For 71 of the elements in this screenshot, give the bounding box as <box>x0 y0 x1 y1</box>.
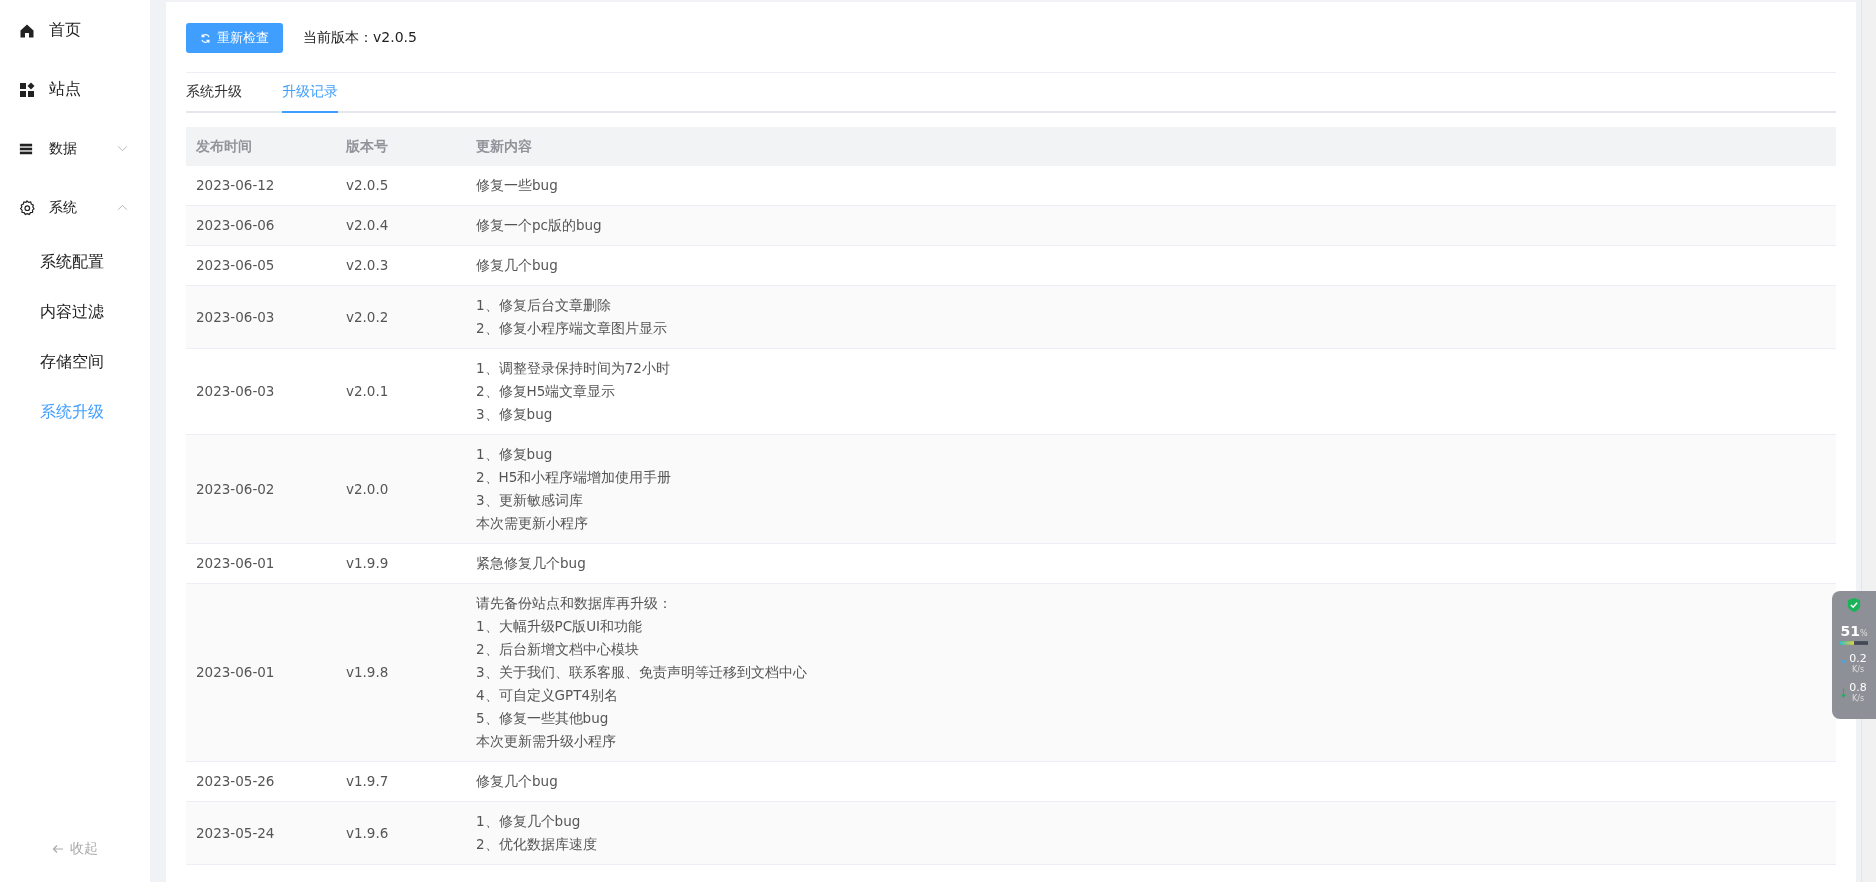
grid-icon <box>19 81 35 98</box>
table-cell: 2023-06-03 <box>186 285 336 349</box>
refresh-icon <box>200 32 211 44</box>
table-cell: v2.0.4 <box>336 205 466 246</box>
update-note: 请先备份站点和数据库再升级： <box>476 594 673 613</box>
nav-item[interactable]: 首页 <box>0 1 150 60</box>
nav-item[interactable]: 数据 <box>0 119 150 178</box>
table-cell: v2.0.1 <box>336 348 466 435</box>
list-icon <box>19 141 33 156</box>
update-note: 3、更新敏感词库 <box>476 491 584 510</box>
nav-subitem[interactable]: 内容过滤 <box>0 287 150 337</box>
update-note: 3、关于我们、联系客服、免责声明等迁移到文档中心 <box>476 663 808 682</box>
update-note: 1、修复后台文章删除 <box>476 296 612 315</box>
column-header: 更新内容 <box>466 127 1836 166</box>
update-note: 修复一些bug <box>476 176 559 195</box>
table-cell: 2023-06-12 <box>186 166 336 206</box>
update-note: 2、修复小程序端文章图片显示 <box>476 319 668 338</box>
rate-unit: K/s <box>1851 665 1865 674</box>
update-note: 2、优化数据库速度 <box>476 835 598 854</box>
percent-unit: % <box>1859 629 1868 638</box>
current-version: 当前版本：v2.0.5 <box>303 29 417 47</box>
nav-item[interactable]: 站点 <box>0 60 150 119</box>
update-note: 2、后台新增文档中心模块 <box>476 640 640 659</box>
usage-meter <box>1840 641 1868 645</box>
table-cell: v1.9.8 <box>336 583 466 762</box>
upload-arrow-icon <box>1841 658 1847 669</box>
nav-subitem[interactable]: 系统配置 <box>0 237 150 287</box>
column-header: 版本号 <box>336 127 466 166</box>
table-cell: v2.0.3 <box>336 245 466 286</box>
update-note: 1、修复bug <box>476 445 554 464</box>
table-cell: v1.9.9 <box>336 543 466 584</box>
table-cell: v2.0.2 <box>336 285 466 349</box>
update-note: 1、修复几个bug <box>476 812 582 831</box>
update-note: 2、修复H5端文章显示 <box>476 382 617 401</box>
column-header: 发布时间 <box>186 127 336 166</box>
table-cell: 2023-06-06 <box>186 205 336 246</box>
update-note: 2、H5和小程序端增加使用手册 <box>476 468 673 487</box>
update-note: 1、大幅升级PC版UI和功能 <box>476 617 644 636</box>
table-cell: 2023-05-24 <box>186 801 336 865</box>
rate-unit: K/s <box>1851 694 1865 703</box>
table-cell: v1.9.6 <box>336 801 466 865</box>
settings-icon <box>19 199 35 216</box>
update-note: 3、修复bug <box>476 405 554 424</box>
home-icon <box>19 22 35 39</box>
tab[interactable]: 系统升级 <box>186 83 242 113</box>
update-note: 本次更新需升级小程序 <box>476 732 617 751</box>
update-note: 修复几个bug <box>476 772 559 791</box>
table-cell: v1.9.7 <box>336 761 466 802</box>
table-cell: 2023-06-02 <box>186 434 336 544</box>
download-rate: 0.8 <box>1849 682 1867 694</box>
table-cell: v2.0.0 <box>336 434 466 544</box>
update-note: 修复一个pc版的bug <box>476 216 603 235</box>
update-note: 5、修复一些其他bug <box>476 709 610 728</box>
nav-subitem[interactable]: 存储空间 <box>0 337 150 387</box>
update-note: 紧急修复几个bug <box>476 554 587 573</box>
table-cell: 2023-06-03 <box>186 348 336 435</box>
table-cell: 2023-06-01 <box>186 583 336 762</box>
table-cell: 2023-05-26 <box>186 761 336 802</box>
update-note: 1、调整登录保持时间为72小时 <box>476 359 671 378</box>
upload-rate: 0.2 <box>1849 653 1867 665</box>
table-cell: v2.0.5 <box>336 166 466 206</box>
percent-value: 51 <box>1840 623 1860 639</box>
update-note: 4、可自定义GPT4别名 <box>476 686 620 705</box>
shield-check-icon <box>1847 597 1861 613</box>
table-cell: 2023-06-05 <box>186 245 336 286</box>
table-cell: 2023-06-01 <box>186 543 336 584</box>
download-arrow-icon <box>1841 687 1847 698</box>
update-note: 本次需更新小程序 <box>476 514 589 533</box>
nav-item[interactable]: 系统 <box>0 178 150 237</box>
update-note: 修复几个bug <box>476 256 559 275</box>
arrow-left-icon <box>52 844 64 854</box>
